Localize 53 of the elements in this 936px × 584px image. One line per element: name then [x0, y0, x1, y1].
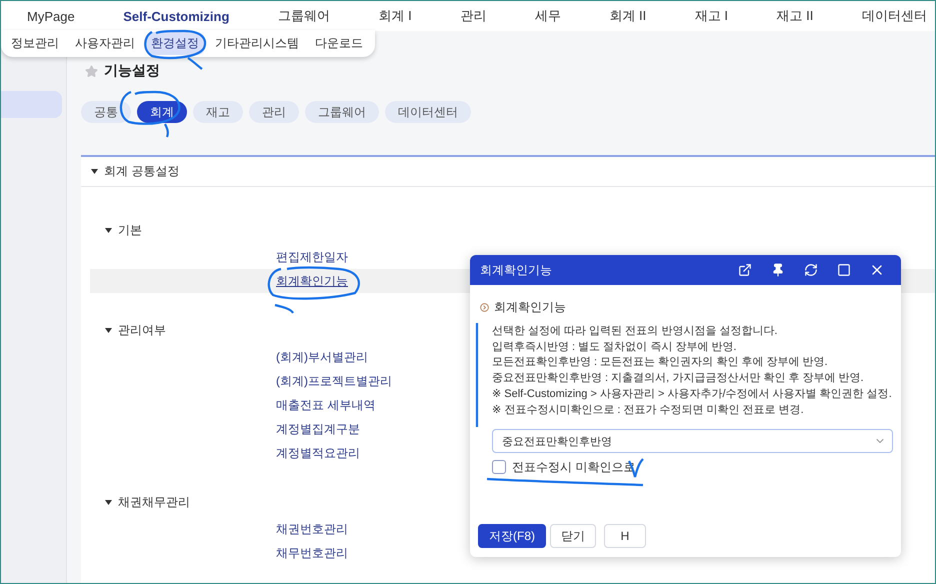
setting-link[interactable]: (회계)프로젝트별관리: [276, 372, 392, 390]
top-menu-item[interactable]: 재고 II: [776, 7, 814, 25]
setting-link[interactable]: (회계)부서별관리: [276, 348, 368, 366]
top-menu-item[interactable]: 관리: [460, 7, 486, 25]
description-line: ※ Self-Customizing > 사용자관리 > 사용자추가/수정에서 사용자별 확인권한 설정.: [492, 386, 893, 402]
setting-link[interactable]: 계정별집계구분: [276, 420, 360, 438]
setting-link[interactable]: 회계확인기능: [276, 272, 348, 290]
top-menu-item[interactable]: 재고 I: [694, 7, 728, 25]
group-title: 관리여부: [118, 322, 166, 338]
description-line: 중요전표만확인후반영 : 지출결의서, 가지급금정산서만 확인 후 장부에 반영.: [492, 371, 865, 386]
description-line: 모든전표확인후반영 : 모든전표는 확인권자의 확인 후에 장부에 반영.: [492, 355, 829, 370]
dialog-button[interactable]: 저장(F8): [478, 524, 546, 548]
caret-down-icon[interactable]: [105, 328, 112, 332]
top-menu-item[interactable]: 회계 II: [609, 7, 646, 25]
category-tab[interactable]: 공통: [81, 101, 131, 123]
top-menu-item[interactable]: Self-Customizing: [123, 8, 230, 24]
description-line: 입력후즉시반영 : 별도 절차없이 즉시 장부에 반영.: [492, 340, 738, 355]
category-tab[interactable]: 데이터센터: [385, 101, 471, 123]
setting-link[interactable]: 매출전표 세부내역: [276, 396, 376, 414]
star-icon[interactable]: [85, 64, 98, 78]
submenu-item[interactable]: 기타관리시스템: [209, 32, 305, 55]
checkbox[interactable]: [492, 460, 506, 474]
submenu-item[interactable]: 다운로드: [309, 32, 369, 55]
caret-down-icon[interactable]: [105, 228, 112, 232]
group-title: 기본: [118, 222, 142, 238]
section-title: 회계 공통설정: [104, 163, 180, 180]
category-tab[interactable]: 회계: [137, 101, 187, 123]
dialog-title: 회계확인기능: [480, 262, 553, 278]
setting-link[interactable]: 채권번호관리: [276, 520, 348, 538]
dialog-button[interactable]: H: [604, 524, 646, 548]
group-title: 채권채무관리: [118, 494, 190, 510]
setting-link[interactable]: 편집제한일자: [276, 248, 348, 266]
setting-link[interactable]: 계정별적요관리: [276, 444, 360, 462]
category-tab[interactable]: 그룹웨어: [305, 101, 379, 123]
dialog-heading: 회계확인기능: [494, 298, 566, 316]
caret-down-icon[interactable]: [91, 169, 98, 174]
description-line: ※ 전표수정시미확인으로 : 전표가 수정되면 미확인 전표로 변경.: [492, 402, 805, 418]
top-menu-item[interactable]: MyPage: [27, 8, 75, 24]
setting-link[interactable]: 채무번호관리: [276, 544, 348, 562]
page-title: 기능설정: [104, 62, 160, 80]
dropdown-field[interactable]: 중요전표만확인후반영: [492, 429, 893, 454]
top-menu-item[interactable]: 데이터센터: [862, 7, 927, 25]
submenu-item[interactable]: 정보관리: [5, 32, 65, 55]
category-tab[interactable]: 관리: [249, 101, 299, 123]
caret-down-icon[interactable]: [105, 500, 112, 504]
top-menu-item[interactable]: 그룹웨어: [278, 7, 330, 25]
description-line: 선택한 설정에 따라 입력된 전표의 반영시점을 설정합니다.: [492, 324, 778, 339]
top-menu-item[interactable]: 세무: [534, 7, 561, 25]
top-menu-item[interactable]: 회계 I: [378, 7, 412, 25]
circle-chevron-icon: [480, 302, 489, 312]
category-tab[interactable]: 재고: [193, 101, 243, 123]
submenu-item[interactable]: 사용자관리: [69, 32, 141, 55]
dialog-button[interactable]: 닫기: [550, 524, 596, 548]
